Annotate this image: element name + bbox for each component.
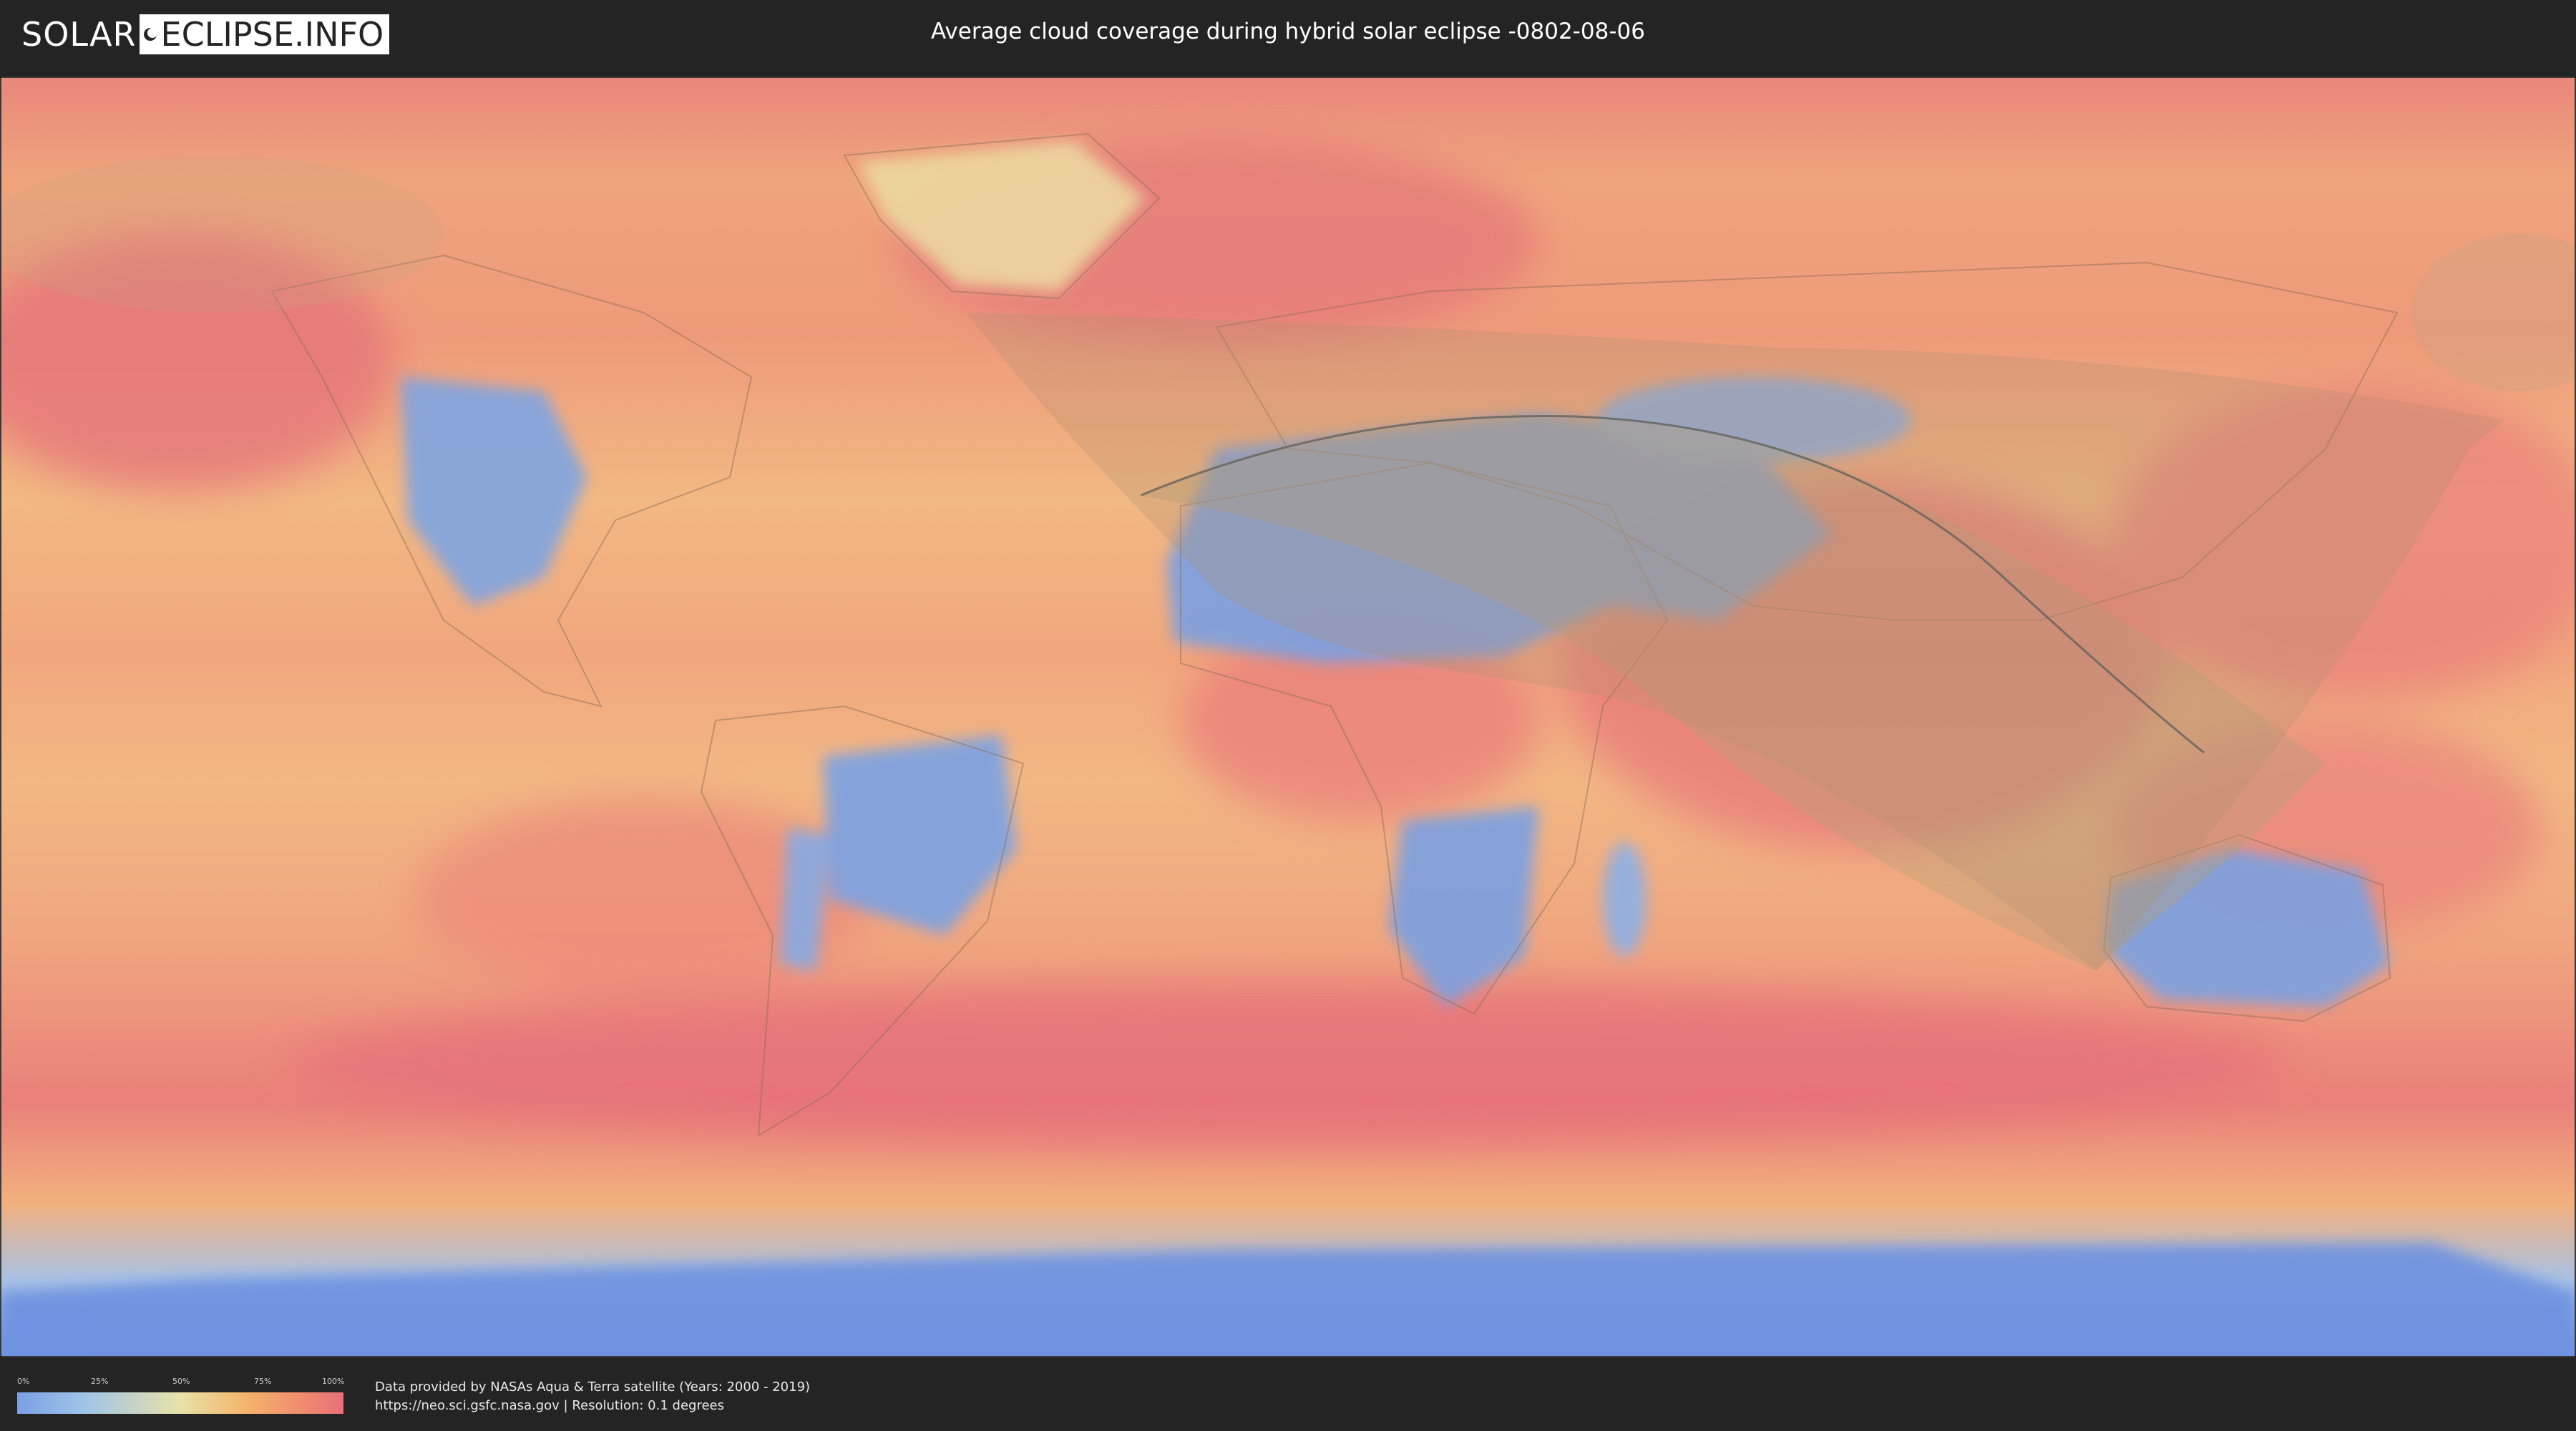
- scale-tick-label: 100%: [322, 1377, 345, 1386]
- scale-tick-label: 50%: [172, 1377, 190, 1386]
- cloud-coverage-map[interactable]: [0, 77, 2576, 1357]
- scale-tick-label: 25%: [91, 1377, 109, 1386]
- scale-tick-label: 0%: [17, 1377, 30, 1386]
- data-credit-text: Data provided by NASAs Aqua & Terra sate…: [375, 1379, 811, 1395]
- scale-tick-label: 75%: [254, 1377, 272, 1386]
- cloud-scale-legend: 0% 25% 50% 75% 100%: [17, 1377, 345, 1414]
- header-bar: SOLAR ECLIPSE.INFO Average cloud coverag…: [0, 0, 2576, 72]
- world-map-svg: [0, 77, 2576, 1357]
- footer-bar: [0, 1359, 2576, 1431]
- scale-gradient-bar: [17, 1392, 343, 1414]
- data-source-link[interactable]: https://neo.sci.gsfc.nasa.gov | Resoluti…: [375, 1398, 724, 1413]
- page-title: Average cloud coverage during hybrid sol…: [931, 19, 1645, 44]
- eclipse-zone-edge-west: [0, 155, 444, 313]
